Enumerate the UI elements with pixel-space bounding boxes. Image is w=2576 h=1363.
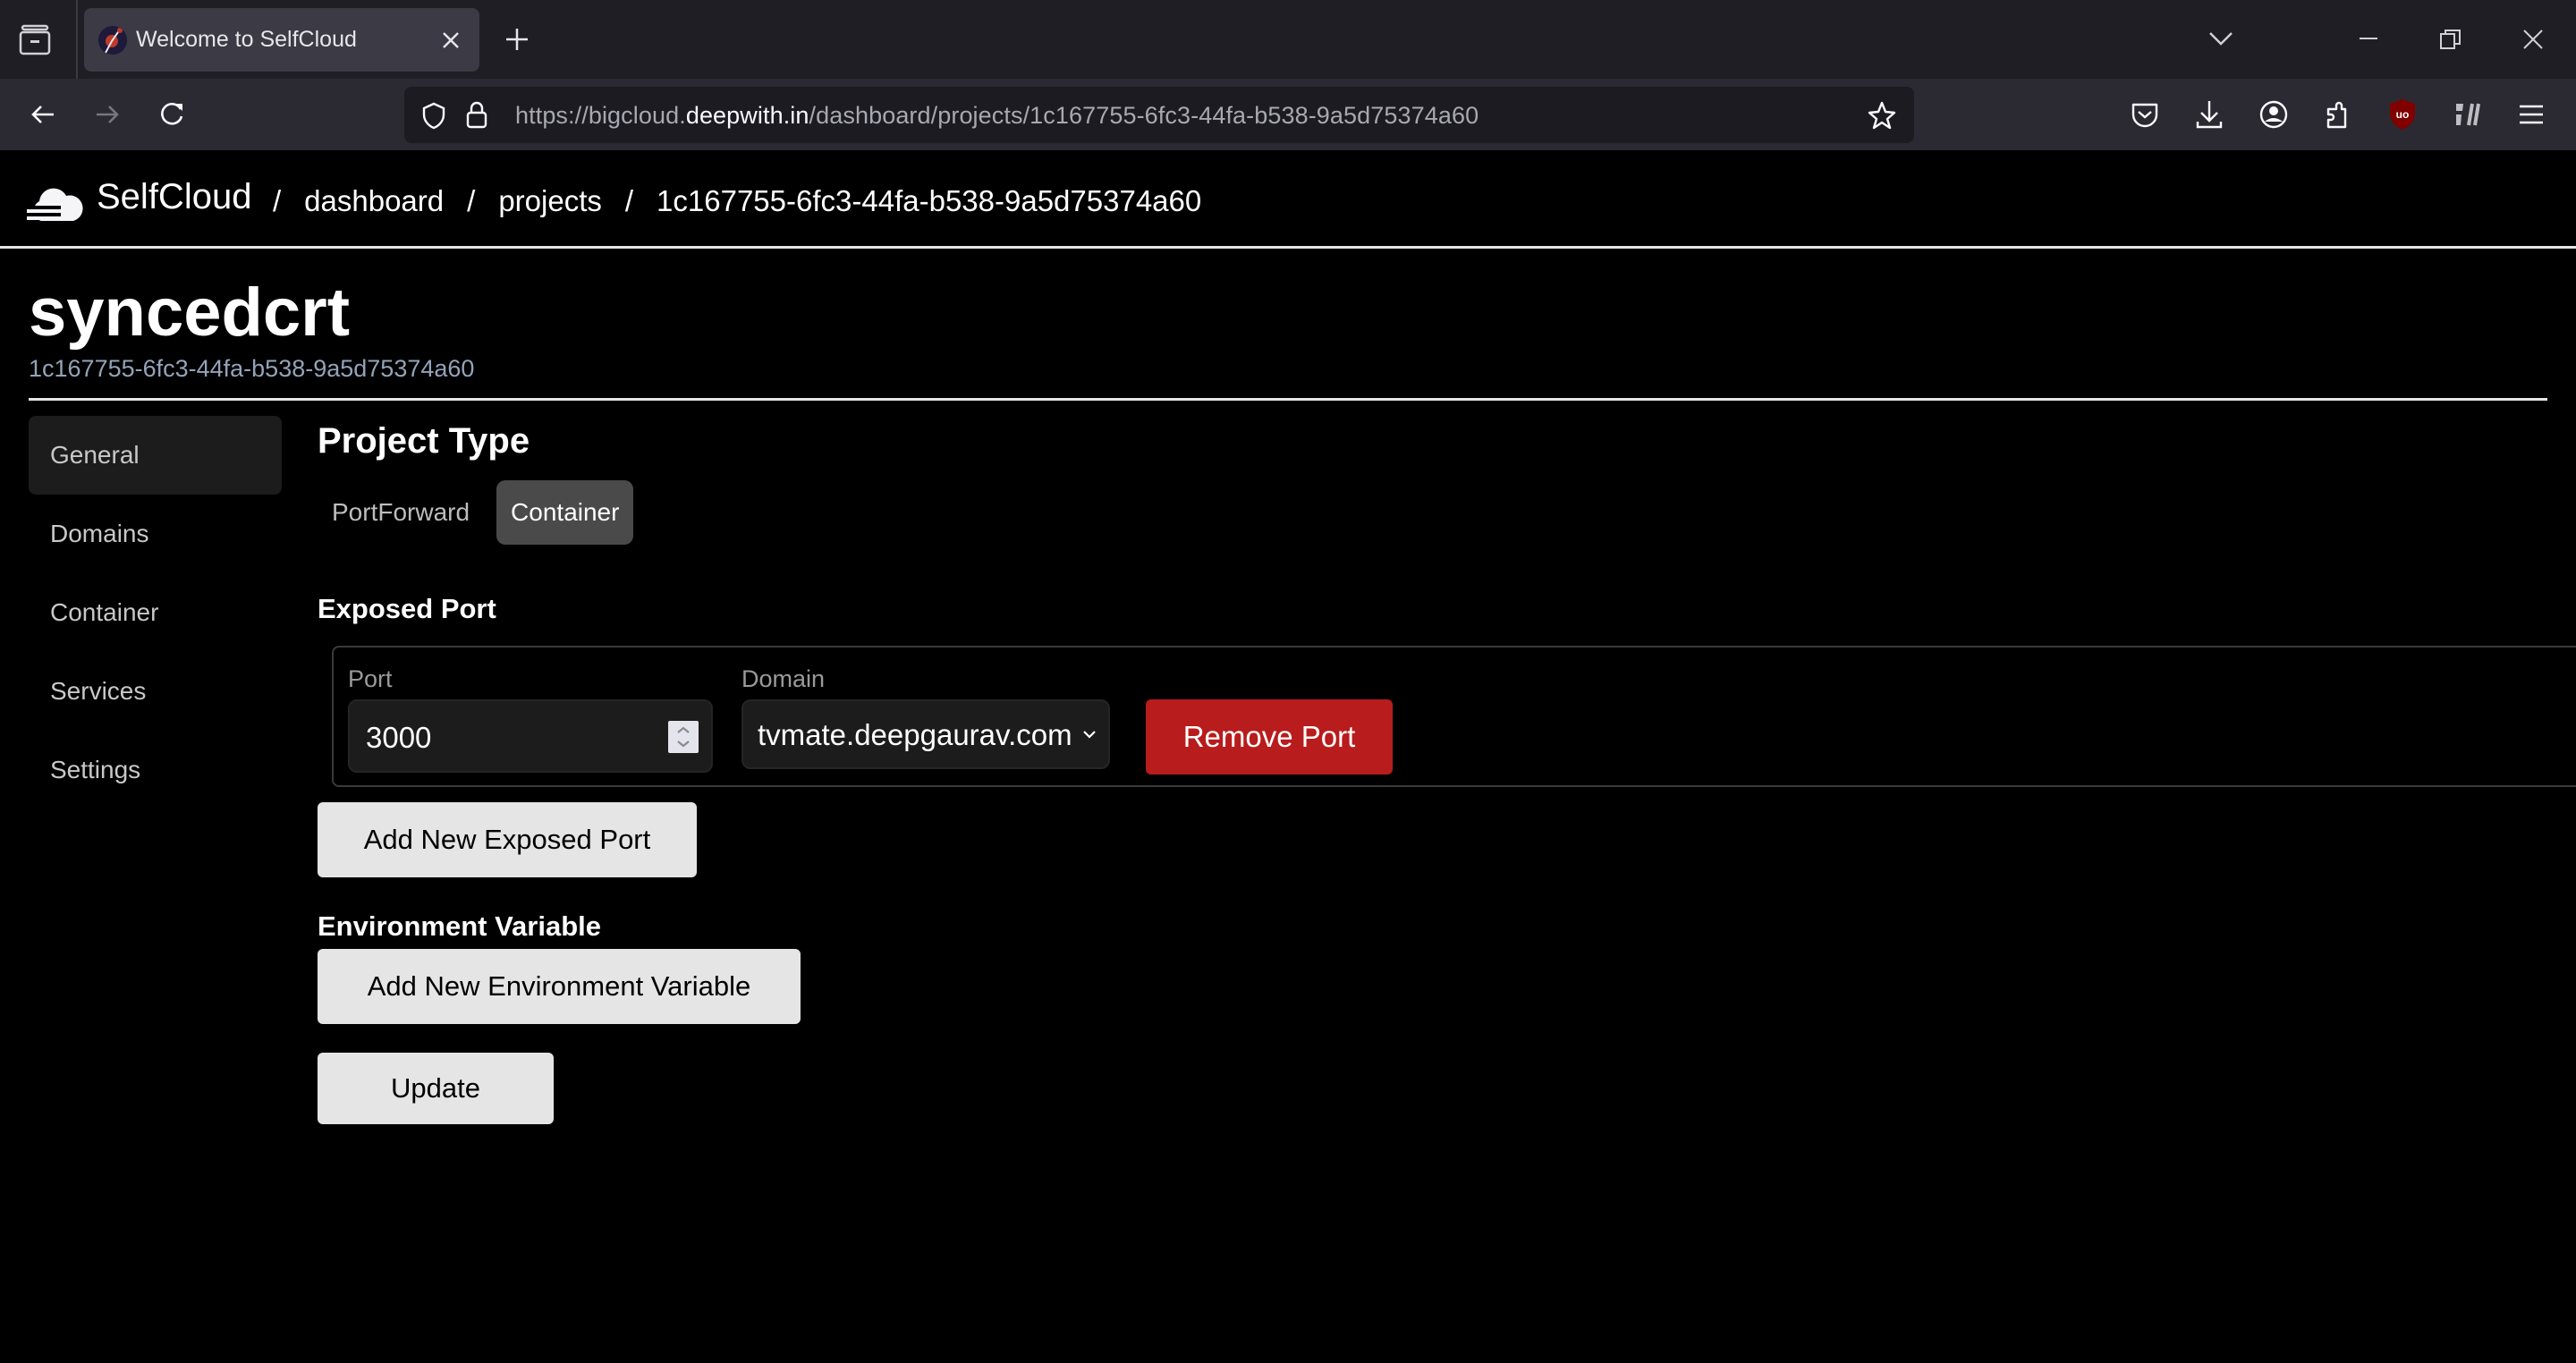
tracking-shield-icon[interactable] — [420, 101, 447, 130]
domain-value: tvmate.deepgaurav.com — [758, 718, 1072, 751]
lock-icon[interactable] — [463, 99, 490, 130]
forward-icon[interactable] — [89, 97, 125, 132]
remove-port-button[interactable]: Remove Port — [1146, 699, 1393, 775]
port-input[interactable]: 3000 — [348, 699, 713, 773]
address-bar[interactable]: https://bigcloud.deepwith.in/dashboard/p… — [404, 87, 1914, 143]
download-icon[interactable] — [2191, 97, 2227, 132]
add-environment-variable-button[interactable]: Add New Environment Variable — [318, 949, 801, 1024]
exposed-port-heading: Exposed Port — [318, 593, 496, 624]
project-name: syncedcrt — [29, 275, 351, 351]
close-tab-icon[interactable] — [435, 24, 467, 56]
browser-tab-active[interactable]: Welcome to SelfCloud — [84, 8, 479, 72]
breadcrumb-projects[interactable]: projects — [498, 184, 602, 218]
sidebar-item-general[interactable]: General — [29, 416, 282, 495]
port-label: Port — [348, 665, 393, 692]
breadcrumb-dashboard[interactable]: dashboard — [304, 184, 444, 218]
selfcloud-favicon-icon — [98, 26, 127, 55]
url-prefix: https://bigcloud. — [515, 102, 686, 129]
svg-text:uo: uo — [2396, 108, 2410, 121]
project-type-heading: Project Type — [318, 421, 530, 461]
new-tab-icon[interactable] — [501, 23, 533, 55]
sidebar-item-services[interactable]: Services — [29, 652, 282, 731]
port-stepper[interactable] — [668, 721, 699, 753]
port-value: 3000 — [366, 721, 432, 754]
breadcrumb-separator: / — [273, 184, 282, 217]
update-button[interactable]: Update — [318, 1053, 554, 1124]
domain-select[interactable]: tvmate.deepgaurav.com — [741, 699, 1110, 769]
extensions-icon[interactable] — [2320, 97, 2356, 132]
project-type-selector: PortForward Container — [318, 480, 634, 545]
chevron-down-icon — [1080, 724, 1099, 744]
tab-list-icon[interactable] — [18, 23, 52, 55]
chevron-down-icon[interactable] — [2205, 25, 2237, 52]
url-text[interactable]: https://bigcloud.deepwith.in/dashboard/p… — [515, 102, 1479, 130]
project-type-portforward[interactable]: PortForward — [318, 480, 484, 545]
menu-icon[interactable] — [2513, 97, 2549, 132]
reader-sidebar-icon[interactable] — [2449, 97, 2485, 132]
project-id: 1c167755-6fc3-44fa-b538-9a5d75374a60 — [29, 355, 475, 382]
breadcrumb: / dashboard / projects / 1c167755-6fc3-4… — [273, 184, 1224, 218]
sidebar-item-settings[interactable]: Settings — [29, 731, 282, 809]
account-icon[interactable] — [2256, 97, 2292, 132]
reload-icon[interactable] — [154, 97, 190, 132]
url-host: deepwith.in — [685, 102, 809, 129]
breadcrumb-project-id[interactable]: 1c167755-6fc3-44fa-b538-9a5d75374a60 — [657, 184, 1201, 218]
tab-divider — [76, 0, 78, 79]
breadcrumb-separator: / — [624, 184, 634, 217]
selfcloud-logo-icon[interactable] — [27, 182, 84, 223]
minimize-icon[interactable] — [2352, 23, 2385, 55]
bookmark-star-icon[interactable] — [1866, 99, 1898, 131]
browser-nav-bar: https://bigcloud.deepwith.in/dashboard/p… — [0, 79, 2576, 150]
restore-icon[interactable] — [2435, 23, 2467, 55]
pocket-icon[interactable] — [2127, 97, 2163, 132]
window-close-icon[interactable] — [2517, 23, 2549, 55]
title-divider — [29, 398, 2547, 401]
environment-variable-heading: Environment Variable — [318, 910, 601, 942]
project-sidebar: General Domains Container Services Setti… — [29, 416, 282, 809]
brand-name[interactable]: SelfCloud — [97, 177, 251, 217]
sidebar-item-container[interactable]: Container — [29, 573, 282, 652]
tab-title: Welcome to SelfCloud — [136, 27, 357, 52]
exposed-port-row: Port 3000 Domain tvmate.deepgaurav.com R… — [332, 646, 2576, 787]
url-path: /dashboard/projects/1c167755-6fc3-44fa-b… — [809, 102, 1479, 129]
app-header: SelfCloud / dashboard / projects / 1c167… — [0, 150, 2576, 249]
ublock-icon[interactable]: uo — [2385, 97, 2420, 132]
browser-tab-bar: Welcome to SelfCloud — [0, 0, 2576, 79]
add-exposed-port-button[interactable]: Add New Exposed Port — [318, 802, 697, 877]
sidebar-item-domains[interactable]: Domains — [29, 495, 282, 573]
breadcrumb-separator: / — [467, 184, 476, 217]
domain-label: Domain — [741, 665, 826, 692]
project-type-container[interactable]: Container — [496, 480, 634, 545]
back-icon[interactable] — [25, 97, 61, 132]
